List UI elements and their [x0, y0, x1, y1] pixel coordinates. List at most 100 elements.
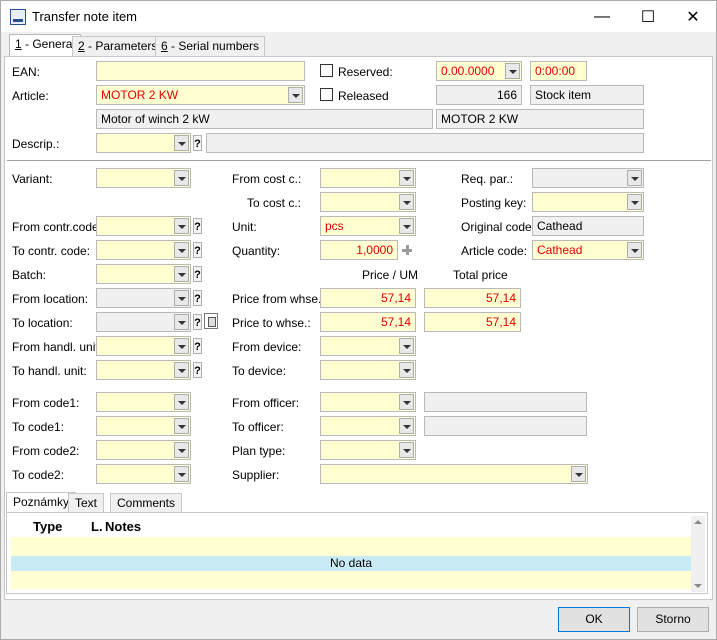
to-code2-label: To code2: [12, 468, 65, 482]
to-handl-unit-field[interactable] [96, 360, 191, 380]
notes-grid-scrollbar[interactable] [691, 516, 705, 592]
to-location-field[interactable] [96, 312, 191, 332]
from-cost-centre-dropdown-button[interactable] [399, 170, 414, 186]
variant-field[interactable] [96, 168, 191, 188]
req-par-field[interactable] [532, 168, 644, 188]
batch-help-button[interactable]: ? [193, 266, 202, 282]
tab-comments[interactable]: Comments [110, 493, 183, 512]
batch-field[interactable] [96, 264, 191, 284]
from-handl-unit-dropdown-button[interactable] [174, 338, 189, 354]
to-code2-field[interactable] [96, 464, 191, 484]
article-field[interactable]: MOTOR 2 KW [96, 85, 305, 105]
req-par-dropdown-button[interactable] [627, 170, 642, 186]
to-code2-dropdown-button[interactable] [174, 466, 189, 482]
from-handl-unit-field[interactable] [96, 336, 191, 356]
from-code2-dropdown-button[interactable] [174, 442, 189, 458]
price-to-whse-um-field[interactable]: 57,14 [320, 312, 416, 332]
from-contr-code-dropdown-button[interactable] [174, 218, 189, 234]
batch-label: Batch: [12, 268, 47, 282]
to-location-dropdown-button[interactable] [174, 314, 189, 330]
to-contr-code-help-button[interactable]: ? [193, 242, 202, 258]
notes-grid-body[interactable]: No data [11, 537, 691, 589]
descrip-dropdown-button[interactable] [174, 135, 189, 151]
ean-input[interactable] [96, 61, 305, 81]
to-cost-centre-field[interactable] [320, 192, 416, 212]
quantity-field[interactable]: 1,0000 [320, 240, 398, 260]
article-code-field[interactable]: Cathead [532, 240, 644, 260]
column-l[interactable]: L. [91, 519, 103, 534]
from-device-dropdown-button[interactable] [399, 338, 414, 354]
unit-field[interactable]: pcs [320, 216, 416, 236]
copy-location-icon[interactable] [204, 313, 218, 329]
to-cost-centre-dropdown-button[interactable] [399, 194, 414, 210]
released-checkbox[interactable] [320, 88, 333, 101]
tab-text[interactable]: Text [68, 493, 105, 512]
from-location-dropdown-button[interactable] [174, 290, 189, 306]
from-officer-field[interactable] [320, 392, 416, 412]
close-button[interactable]: ✕ [670, 1, 716, 32]
from-contr-code-field[interactable] [96, 216, 191, 236]
from-code1-field[interactable] [96, 392, 191, 412]
minimize-button[interactable]: — [579, 1, 625, 32]
reserved-quantity-field[interactable]: 0.00.0000 [436, 61, 522, 81]
column-type[interactable]: Type [33, 519, 62, 534]
from-cost-centre-field[interactable] [320, 168, 416, 188]
from-location-help-button[interactable]: ? [193, 290, 202, 306]
plan-type-dropdown-button[interactable] [399, 442, 414, 458]
to-code1-field[interactable] [96, 416, 191, 436]
storno-button[interactable]: Storno [637, 607, 709, 632]
to-contr-code-dropdown-button[interactable] [174, 242, 189, 258]
quantity-plus-icon[interactable] [402, 245, 412, 255]
descrip-text-field [206, 133, 644, 153]
to-officer-field[interactable] [320, 416, 416, 436]
reserved-quantity-value: 0.00.0000 [441, 64, 495, 78]
price-to-whse-total-field[interactable]: 57,14 [424, 312, 521, 332]
reserved-checkbox[interactable] [320, 64, 333, 77]
from-handl-unit-label: From handl. unit: [12, 340, 103, 354]
reserved-time-field[interactable]: 0:00:00 [530, 61, 587, 81]
to-device-dropdown-button[interactable] [399, 362, 414, 378]
descrip-field[interactable] [96, 133, 191, 153]
article-code-dropdown-button[interactable] [627, 242, 642, 258]
column-notes[interactable]: Notes [105, 519, 141, 534]
scroll-up-icon[interactable] [694, 520, 702, 524]
maximize-button[interactable]: ☐ [625, 1, 671, 32]
to-handl-unit-dropdown-button[interactable] [174, 362, 189, 378]
unit-label: Unit: [232, 220, 257, 234]
unit-dropdown-button[interactable] [399, 218, 414, 234]
reserved-dropdown-button[interactable] [505, 63, 520, 79]
article-code-label: Article code: [461, 244, 528, 258]
supplier-dropdown-button[interactable] [571, 466, 586, 482]
posting-key-field[interactable] [532, 192, 644, 212]
plan-type-field[interactable] [320, 440, 416, 460]
to-contr-code-field[interactable] [96, 240, 191, 260]
to-handl-unit-help-button[interactable]: ? [193, 362, 202, 378]
scroll-down-icon[interactable] [694, 584, 702, 588]
supplier-field[interactable] [320, 464, 588, 484]
from-code2-field[interactable] [96, 440, 191, 460]
tab-general[interactable]: 1 - General [9, 34, 82, 56]
variant-dropdown-button[interactable] [174, 170, 189, 186]
price-from-whse-total-field[interactable]: 57,14 [424, 288, 521, 308]
batch-dropdown-button[interactable] [174, 266, 189, 282]
from-code1-dropdown-button[interactable] [174, 394, 189, 410]
tab-general-label: - General [21, 37, 76, 51]
from-location-field[interactable] [96, 288, 191, 308]
from-contr-code-help-button[interactable]: ? [193, 218, 202, 234]
price-from-whse-um-field[interactable]: 57,14 [320, 288, 416, 308]
article-dropdown-button[interactable] [288, 87, 303, 103]
tab-poznamky[interactable]: Poznámky [6, 492, 77, 513]
to-officer-dropdown-button[interactable] [399, 418, 414, 434]
article-label: Article: [12, 89, 49, 103]
to-location-help-button[interactable]: ? [193, 314, 202, 330]
to-code1-dropdown-button[interactable] [174, 418, 189, 434]
from-handl-unit-help-button[interactable]: ? [193, 338, 202, 354]
tab-parameters[interactable]: 2 - Parameters [72, 36, 164, 56]
posting-key-dropdown-button[interactable] [627, 194, 642, 210]
to-device-field[interactable] [320, 360, 416, 380]
ok-button[interactable]: OK [558, 607, 630, 632]
tab-serial-numbers[interactable]: 6 - Serial numbers [155, 36, 266, 56]
from-officer-dropdown-button[interactable] [399, 394, 414, 410]
from-device-field[interactable] [320, 336, 416, 356]
descrip-help-button[interactable]: ? [193, 135, 202, 151]
